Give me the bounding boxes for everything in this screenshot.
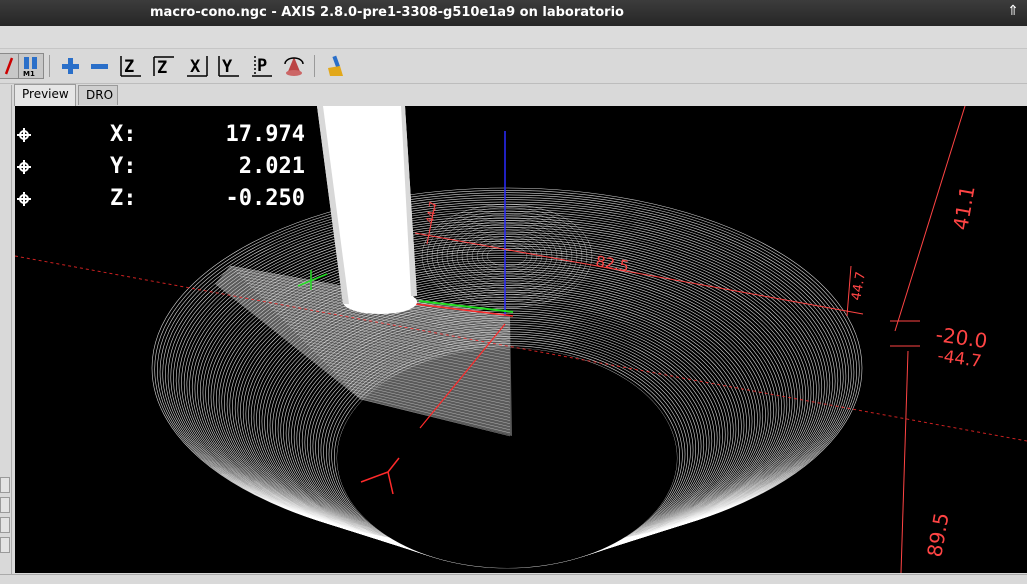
homed-icon (17, 192, 31, 206)
svg-text:X: X (190, 57, 201, 77)
dro-axis-label: Y: (110, 154, 137, 179)
side-panel-cell[interactable] (0, 497, 10, 513)
tool-cylinder (317, 106, 417, 314)
side-panel-cell[interactable] (0, 537, 10, 553)
tab-dro[interactable]: DRO (78, 85, 118, 105)
rotate-view-icon[interactable] (281, 53, 307, 79)
view-x-icon[interactable]: X (184, 53, 210, 79)
view-z-icon[interactable]: Z (118, 53, 144, 79)
dro-axis-label: X: (110, 122, 137, 147)
svg-text:P: P (257, 56, 267, 76)
toolpath-arc (476, 239, 538, 273)
dro-value: 2.021 (238, 154, 305, 179)
window-title: macro-cono.ngc - AXIS 2.8.0-pre1-3308-g5… (150, 5, 624, 20)
toolbar-separator (314, 55, 315, 77)
view-p-icon[interactable]: P (249, 53, 275, 79)
zoom-in-icon[interactable] (57, 53, 83, 79)
view-y-icon[interactable]: Y (216, 53, 242, 79)
tab-label: Preview (22, 87, 69, 101)
maximize-button[interactable]: ⇑ (1007, 3, 1019, 19)
homed-icon (17, 160, 31, 174)
dim-label-x-right: 89.5 (922, 511, 953, 559)
dro-overlay: X: 17.974 Y: 2.021 Z: -0.250 (15, 120, 305, 216)
side-panel-collapsed (0, 85, 12, 575)
svg-text:Y: Y (222, 57, 233, 77)
optional-stop-icon[interactable]: M1 (18, 53, 44, 79)
dro-row-x: X: 17.974 (15, 120, 305, 152)
dro-value: 17.974 (225, 122, 305, 147)
preview-canvas[interactable]: 82.5 44.7 44.7 41.1 -20.0 -44.7 89.5 X: … (15, 106, 1027, 573)
side-panel-cell[interactable] (0, 477, 10, 493)
clear-plot-icon[interactable] (322, 53, 348, 79)
tab-label: DRO (86, 88, 114, 102)
toolbar: M1 Z Z X Y P (0, 49, 1027, 84)
view-z2-icon[interactable]: Z (151, 53, 177, 79)
dim-label-x-extent: 82.5 (594, 252, 630, 276)
menu-bar (0, 26, 1027, 49)
homed-icon (17, 128, 31, 142)
dro-value: -0.250 (225, 186, 305, 211)
svg-text:M1: M1 (23, 70, 35, 77)
zoom-out-icon[interactable] (86, 53, 112, 79)
svg-text:Z: Z (124, 57, 134, 77)
dro-row-y: Y: 2.021 (15, 152, 305, 184)
dro-axis-label: Z: (110, 186, 137, 211)
tab-preview[interactable]: Preview (14, 84, 76, 106)
toolpath-arc (486, 245, 528, 267)
svg-text:Z: Z (157, 58, 167, 78)
dim-label-right-small: 44.7 (849, 271, 869, 302)
dim-label-y-extent: 41.1 (948, 184, 979, 232)
toolbar-separator (49, 55, 50, 77)
title-bar: macro-cono.ngc - AXIS 2.8.0-pre1-3308-g5… (0, 0, 1027, 26)
side-panel-cell[interactable] (0, 517, 10, 533)
dro-row-z: Z: -0.250 (15, 184, 305, 216)
